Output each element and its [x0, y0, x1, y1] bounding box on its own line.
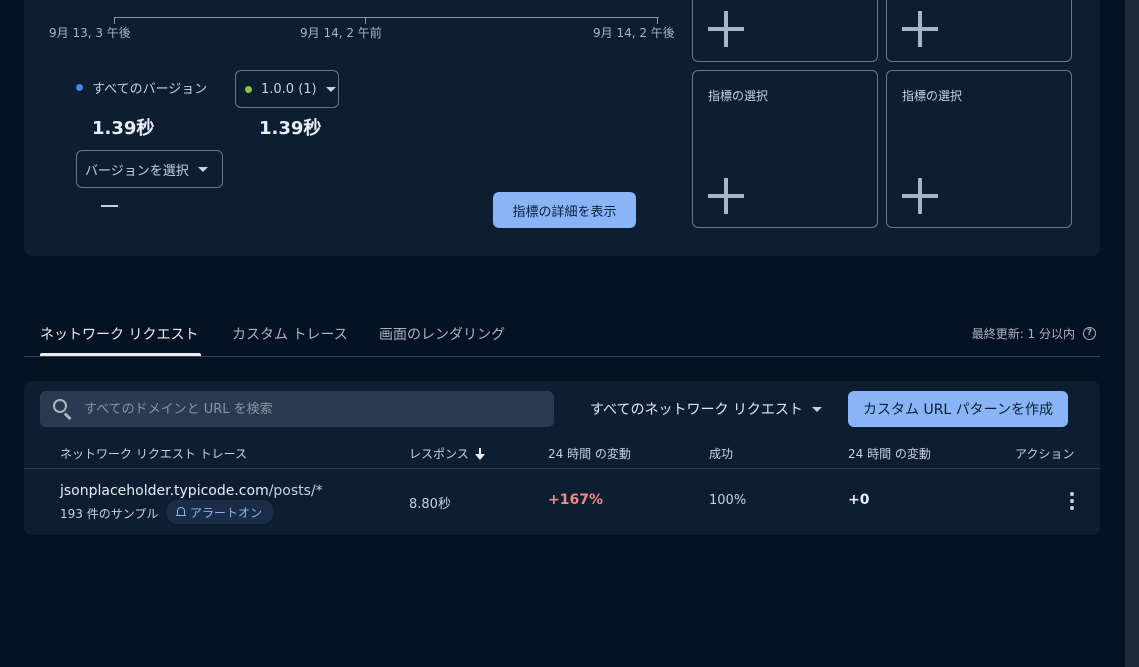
x-axis-label: 9月 14, 2 午後	[593, 26, 675, 40]
x-axis-label: 9月 14, 2 午前	[300, 26, 382, 40]
filter-label: すべてのネットワーク リクエスト	[590, 402, 803, 418]
search-input[interactable]	[84, 401, 524, 417]
column-header-trace: ネットワーク リクエスト トレース	[60, 447, 248, 461]
column-header-success-change: 24 時間 の変動	[848, 447, 931, 461]
column-header-response-change: 24 時間 の変動	[548, 447, 631, 461]
bell-icon	[176, 506, 186, 518]
empty-value-dash	[101, 205, 118, 207]
plus-icon	[902, 178, 938, 214]
performance-chart-card: 9月 13, 3 午後 9月 14, 2 午前 9月 14, 2 午後 すべての…	[24, 0, 1100, 256]
response-time: 8.80秒	[409, 497, 451, 512]
plus-icon	[708, 178, 744, 214]
trace-tabs: ネットワーク リクエスト カスタム トレース 画面のレンダリング 最終更新: 1…	[24, 316, 1100, 357]
header-divider	[24, 468, 1100, 469]
last-updated-status: 最終更新: 1 分以内 ?	[972, 325, 1096, 342]
x-axis-tick	[657, 17, 658, 24]
sort-descending-icon	[474, 447, 485, 460]
chevron-down-icon	[325, 86, 336, 92]
last-updated-text: 最終更新: 1 分以内	[971, 327, 1075, 341]
x-axis-line	[114, 17, 659, 18]
x-axis-label: 9月 13, 3 午後	[49, 26, 131, 40]
tab-custom-traces[interactable]: カスタム トレース	[232, 324, 348, 344]
blue-dot-icon	[76, 84, 83, 91]
request-filter-dropdown[interactable]: すべてのネットワーク リクエスト	[590, 391, 822, 427]
plus-icon	[902, 11, 938, 47]
search-icon	[52, 398, 74, 420]
column-header-actions: アクション	[1015, 447, 1075, 461]
version-value: 1.39秒	[259, 118, 322, 139]
column-header-response-label: レスポンス	[409, 447, 469, 461]
create-custom-url-pattern-button[interactable]: カスタム URL パターンを作成	[848, 391, 1068, 427]
page-scrollbar[interactable]	[1125, 0, 1139, 667]
chevron-down-icon	[811, 406, 822, 412]
plus-icon	[708, 11, 744, 47]
chevron-down-icon	[197, 166, 208, 172]
view-metric-details-button[interactable]: 指標の詳細を表示	[493, 192, 636, 228]
legend-label: すべてのバージョン	[92, 82, 208, 97]
success-change: +0	[848, 492, 870, 508]
alert-on-chip[interactable]: アラートオン	[166, 500, 275, 524]
tab-network-requests[interactable]: ネットワーク リクエスト	[40, 324, 198, 344]
metric-select-box[interactable]: 指標の選択	[692, 70, 878, 228]
search-box[interactable]	[40, 391, 554, 427]
sample-count: 193 件のサンプル	[60, 507, 159, 521]
request-path: /posts/*	[268, 483, 323, 499]
x-axis-tick	[114, 17, 115, 24]
tab-screen-rendering[interactable]: 画面のレンダリング	[379, 324, 505, 344]
metric-select-label: 指標の選択	[902, 89, 963, 103]
x-axis-tick	[365, 17, 366, 24]
version-1-0-0-chip[interactable]: 1.0.0 (1)	[235, 70, 339, 108]
column-header-success: 成功	[709, 447, 734, 461]
request-host: jsonplaceholder.typicode.com	[60, 483, 269, 499]
success-rate: 100%	[709, 493, 747, 508]
select-version-label: バージョンを選択	[85, 163, 189, 179]
metric-select-box[interactable]: 指標の選択	[886, 70, 1072, 228]
all-versions-value: 1.39秒	[92, 118, 155, 139]
help-icon[interactable]: ?	[1083, 327, 1096, 340]
legend-all-versions: すべてのバージョン	[76, 78, 207, 97]
request-url[interactable]: jsonplaceholder.typicode.com/posts/*	[60, 483, 323, 499]
version-chip-label: 1.0.0 (1)	[261, 81, 317, 97]
metric-select-label: 指標の選択	[708, 89, 769, 103]
network-requests-table-card: すべてのネットワーク リクエスト カスタム URL パターンを作成 ネットワーク…	[24, 381, 1100, 535]
response-change: +167%	[548, 492, 603, 508]
metric-select-box[interactable]	[886, 0, 1072, 62]
more-vert-icon[interactable]	[1070, 492, 1074, 510]
active-tab-indicator	[40, 353, 201, 356]
metric-select-box[interactable]	[692, 0, 878, 62]
green-dot-icon	[245, 85, 252, 93]
select-version-dropdown[interactable]: バージョンを選択	[76, 150, 223, 188]
column-header-response[interactable]: レスポンス	[409, 445, 485, 462]
alert-label: アラートオン	[190, 505, 263, 520]
